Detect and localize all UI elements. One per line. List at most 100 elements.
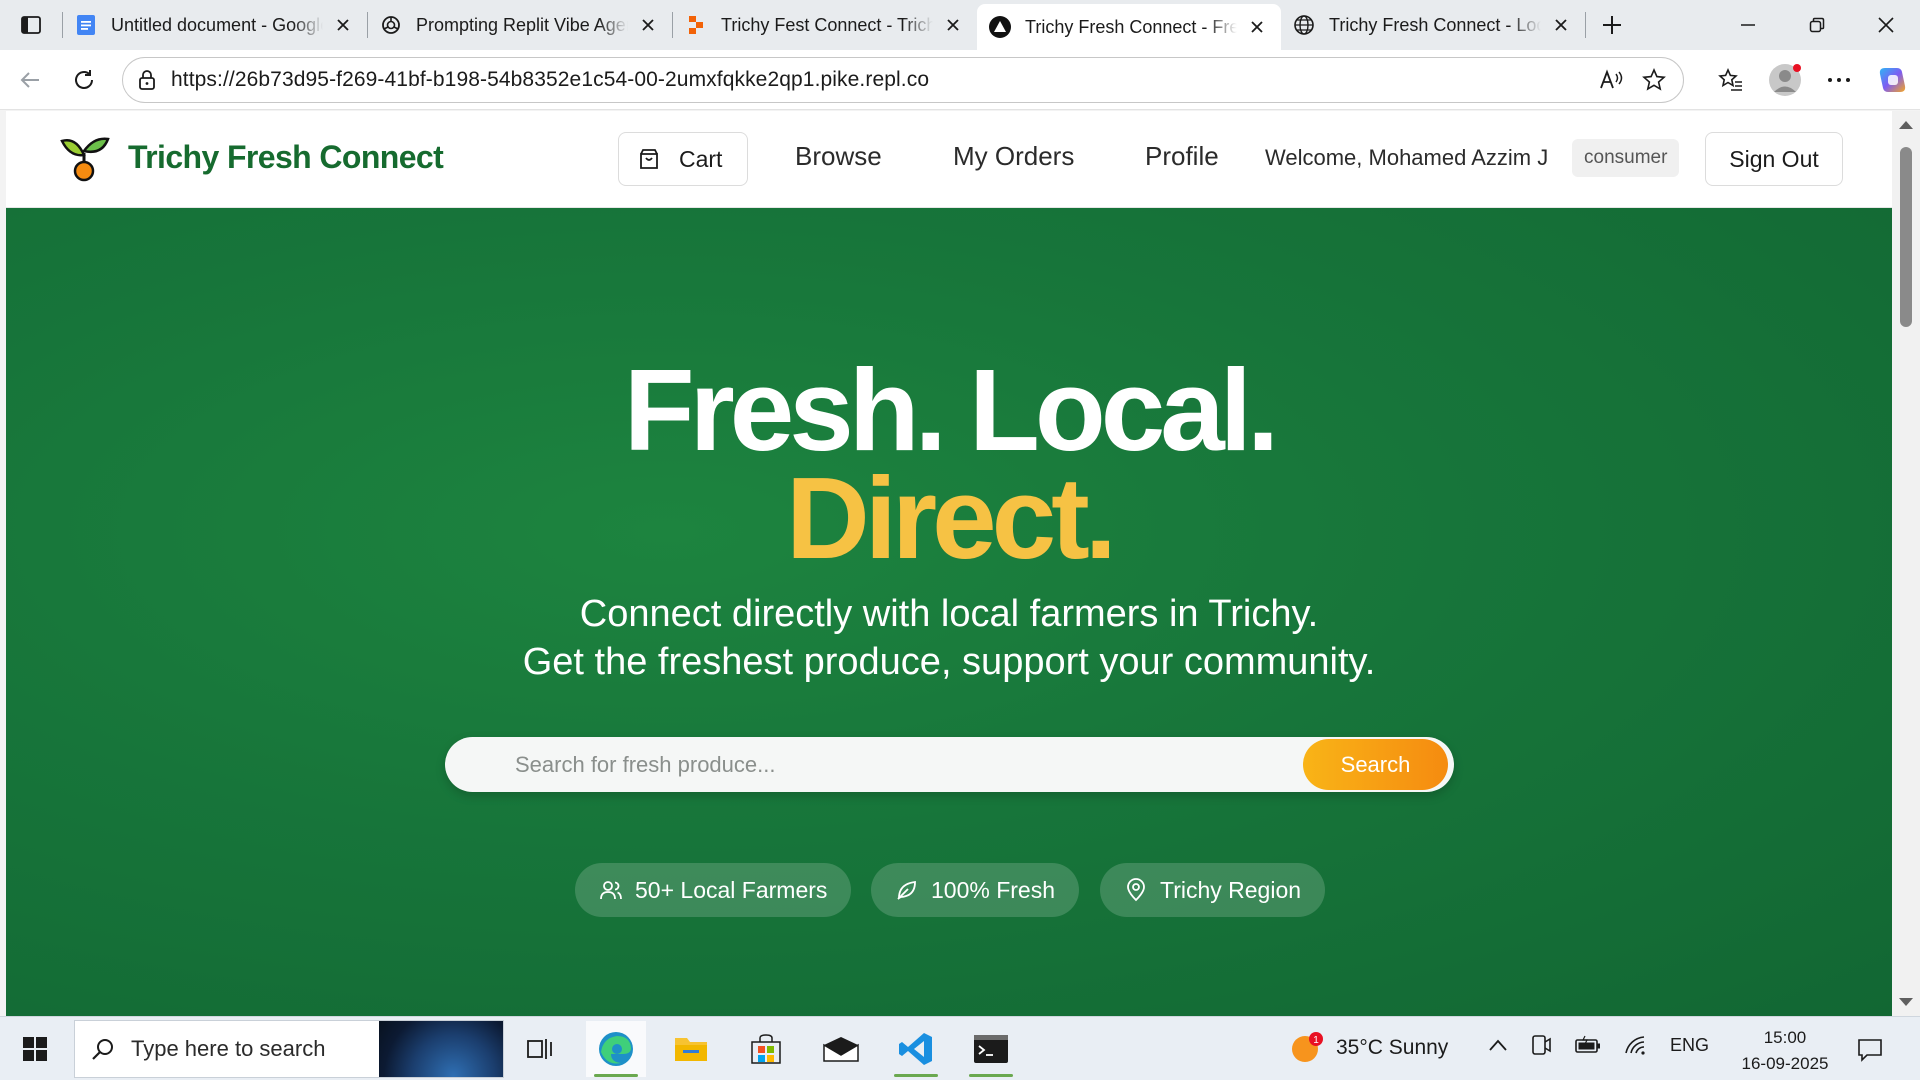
avatar-icon [1769, 64, 1801, 96]
app-icon [987, 14, 1013, 40]
page-viewport: Trichy Fresh Connect Cart Browse My Orde… [6, 111, 1892, 1016]
taskbar-weather[interactable]: 1 35°C Sunny [1290, 1031, 1448, 1065]
clock-date: 16-09-2025 [1741, 1054, 1829, 1073]
sign-out-button[interactable]: Sign Out [1705, 132, 1843, 186]
lock-icon [139, 70, 155, 90]
settings-more-button[interactable] [1812, 60, 1866, 100]
windows-logo-icon [23, 1037, 47, 1061]
tab-title: Trichy Fest Connect - Trichy [721, 14, 933, 35]
taskbar-vscode[interactable] [886, 1021, 946, 1077]
close-tab-icon[interactable] [636, 13, 660, 37]
close-tab-icon[interactable] [941, 13, 965, 37]
tab-title: Untitled document - Google Docs [111, 14, 323, 35]
new-tab-button[interactable] [1586, 0, 1638, 50]
folder-icon [675, 1038, 707, 1061]
sprout-logo-icon [60, 137, 110, 182]
stat-pill-region: Trichy Region [1100, 863, 1326, 917]
system-tray: ENG [1488, 1033, 1709, 1057]
back-arrow-icon [20, 72, 39, 88]
cart-button[interactable]: Cart [618, 132, 748, 186]
restore-button[interactable] [1782, 0, 1851, 50]
browser-toolbar: https://26b73d95-f269-41bf-b198-54b8352e… [0, 50, 1920, 110]
taskbar-clock[interactable]: 15:00 16-09-2025 [1730, 1025, 1840, 1077]
plus-icon [1603, 16, 1621, 34]
globe-icon [1291, 12, 1317, 38]
nav-browse[interactable]: Browse [795, 141, 882, 172]
stat-pill-label: 50+ Local Farmers [635, 876, 828, 903]
search-highlight-image [379, 1021, 503, 1077]
nav-my-orders[interactable]: My Orders [953, 141, 1074, 172]
browser-tab-3[interactable]: Trichy Fest Connect - Trichy [673, 0, 977, 50]
taskbar-search-box[interactable]: Type here to search [74, 1020, 504, 1078]
leaf-icon [897, 880, 916, 900]
taskbar-edge[interactable] [586, 1021, 646, 1077]
task-view-button[interactable] [510, 1021, 570, 1077]
more-icon [1828, 78, 1850, 82]
browser-tab-5[interactable]: Trichy Fresh Connect - Local [1281, 0, 1585, 50]
produce-search-input[interactable] [515, 737, 1275, 792]
profile-button[interactable] [1758, 60, 1812, 100]
terminal-icon [974, 1035, 1008, 1063]
favorite-star-button[interactable] [1639, 65, 1669, 95]
search-button[interactable]: Search [1303, 739, 1448, 790]
read-aloud-icon [1600, 69, 1623, 89]
meet-now-icon[interactable] [1530, 1033, 1552, 1057]
cart-label: Cart [679, 145, 723, 172]
vscode-icon [899, 1033, 932, 1065]
sun-weather-icon: 1 [1292, 1032, 1323, 1062]
edge-browser-icon [599, 1032, 633, 1066]
browser-tab-2[interactable]: Prompting Replit Vibe Agent [368, 0, 672, 50]
scrollbar-thumb[interactable] [1900, 147, 1912, 327]
stat-pill-label: Trichy Region [1160, 876, 1302, 903]
role-badge: consumer [1572, 139, 1680, 177]
taskbar-mail[interactable] [811, 1021, 871, 1077]
browser-tab-strip: Untitled document - Google Docs Promptin… [0, 0, 1920, 50]
nav-profile[interactable]: Profile [1145, 141, 1219, 172]
close-tab-icon[interactable] [1245, 15, 1269, 39]
copilot-button[interactable] [1866, 60, 1920, 100]
tab-actions-button[interactable] [0, 0, 62, 50]
scroll-down-arrow-icon[interactable] [1899, 998, 1913, 1006]
close-tab-icon[interactable] [1549, 13, 1573, 37]
minimize-icon [1740, 24, 1755, 26]
scroll-up-arrow-icon[interactable] [1899, 121, 1913, 129]
browser-tab-1[interactable]: Untitled document - Google Docs [63, 0, 367, 50]
notification-icon [1858, 1039, 1882, 1062]
notification-center-button[interactable] [1850, 1033, 1890, 1067]
browser-tab-4-active[interactable]: Trichy Fresh Connect - Fresh [977, 4, 1281, 50]
stat-pill-fresh: 100% Fresh [871, 863, 1080, 917]
hero-section: Fresh. Local. Direct. Connect directly w… [6, 208, 1892, 1016]
mail-icon [823, 1037, 859, 1062]
windows-taskbar: Type here to search 1 35°C Sunny ENG 15:… [0, 1016, 1920, 1080]
docs-icon [73, 12, 99, 38]
page-scrollbar[interactable] [1892, 111, 1920, 1016]
taskbar-store[interactable] [736, 1021, 796, 1077]
close-tab-icon[interactable] [331, 13, 355, 37]
favorites-button[interactable] [1704, 60, 1758, 100]
favorites-icon [1718, 68, 1742, 91]
wifi-icon[interactable] [1624, 1035, 1648, 1055]
search-icon [92, 1039, 113, 1060]
back-button[interactable] [10, 60, 50, 100]
start-button[interactable] [10, 1027, 60, 1071]
battery-icon[interactable] [1574, 1035, 1602, 1055]
minimize-button[interactable] [1713, 0, 1782, 50]
input-language[interactable]: ENG [1670, 1035, 1709, 1056]
taskbar-file-explorer[interactable] [661, 1021, 721, 1077]
close-window-button[interactable] [1851, 0, 1920, 50]
clock-time: 15:00 [1763, 1028, 1807, 1047]
url-text: https://26b73d95-f269-41bf-b198-54b8352e… [171, 68, 930, 91]
read-aloud-button[interactable] [1597, 65, 1627, 95]
taskbar-terminal[interactable] [961, 1021, 1021, 1077]
task-view-icon [527, 1039, 552, 1059]
restore-icon [1809, 17, 1824, 33]
star-icon [1642, 68, 1666, 91]
brand-name: Trichy Fresh Connect [128, 138, 444, 175]
close-icon [1877, 17, 1894, 33]
refresh-button[interactable] [64, 60, 104, 100]
brand-logo-link[interactable]: Trichy Fresh Connect [58, 131, 444, 183]
weather-badge-count: 1 [1313, 1035, 1319, 1046]
address-bar[interactable]: https://26b73d95-f269-41bf-b198-54b8352e… [122, 57, 1684, 103]
chevron-up-icon[interactable] [1488, 1038, 1508, 1052]
hero-headline-line2: Direct. [785, 453, 1117, 583]
